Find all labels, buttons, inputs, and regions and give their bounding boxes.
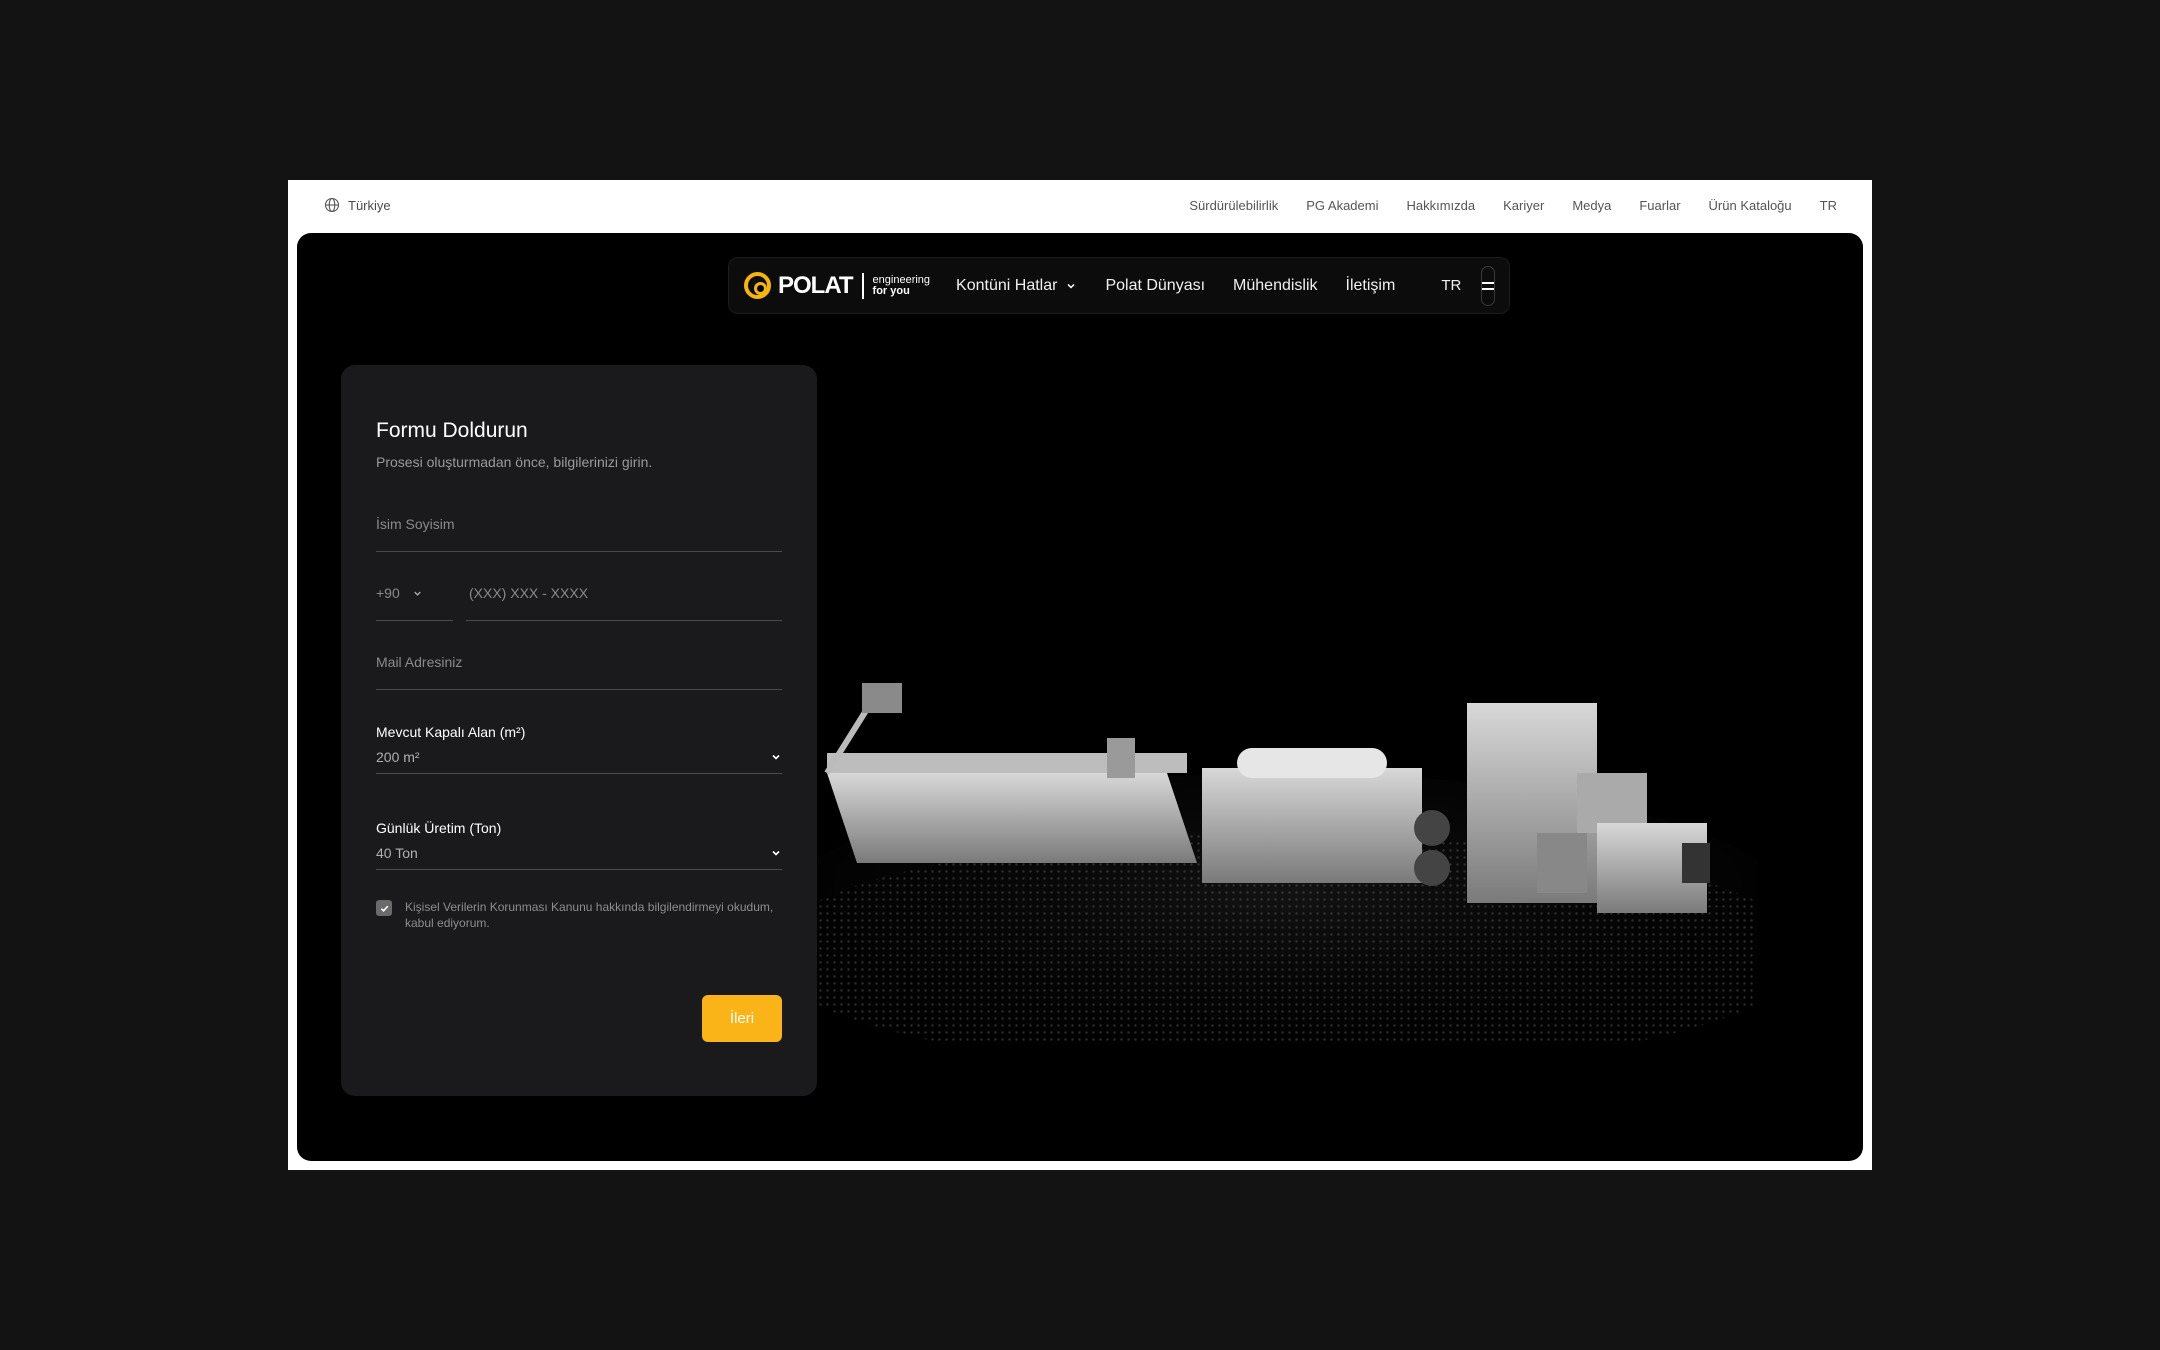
form-subtitle: Prosesi oluşturmadan önce, bilgilerinizi… xyxy=(376,454,653,470)
consent-checkbox[interactable] xyxy=(376,900,392,916)
area-value: 200 m² xyxy=(376,749,420,765)
phone-code-value: +90 xyxy=(376,585,400,601)
machinery-illustration xyxy=(817,683,1757,1043)
name-field[interactable]: İsim Soyisim xyxy=(376,516,782,552)
production-select[interactable]: Günlük Üretim (Ton) 40 Ton xyxy=(376,820,782,870)
logo-tagline: engineering for you xyxy=(872,273,931,297)
logo-wordmark: POLAT xyxy=(778,271,854,299)
region-label: Türkiye xyxy=(348,197,391,213)
phone-row: +90 (XXX) XXX - XXXX xyxy=(376,585,782,621)
check-icon xyxy=(380,905,388,912)
menu-button[interactable] xyxy=(1481,265,1496,306)
browser-frame: Türkiye Sürdürülebilirlik PG Akademi Hak… xyxy=(288,180,1872,1170)
link-kariyer[interactable]: Kariyer xyxy=(1503,198,1544,213)
production-value: 40 Ton xyxy=(376,845,418,861)
phone-code-select[interactable]: +90 xyxy=(376,585,453,621)
globe-icon xyxy=(324,197,340,213)
link-pg-akademi[interactable]: PG Akademi xyxy=(1306,198,1378,213)
link-fuarlar[interactable]: Fuarlar xyxy=(1639,198,1680,213)
top-utility-bar: Türkiye Sürdürülebilirlik PG Akademi Hak… xyxy=(288,180,1872,232)
area-select[interactable]: Mevcut Kapalı Alan (m²) 200 m² xyxy=(376,724,782,774)
area-label: Mevcut Kapalı Alan (m²) xyxy=(376,724,526,740)
consent-row: Kişisel Verilerin Korunması Kanunu hakkı… xyxy=(376,899,782,931)
logo-divider xyxy=(861,272,864,299)
hero-section: POLAT engineering for you Kontüni Hatlar… xyxy=(297,233,1863,1161)
link-medya[interactable]: Medya xyxy=(1572,198,1611,213)
area-value-row[interactable]: 200 m² xyxy=(376,749,782,774)
chevron-down-icon xyxy=(772,754,780,760)
link-urun-katalogu[interactable]: Ürün Kataloğu xyxy=(1709,198,1792,213)
nav-item-muhendislik[interactable]: Mühendislik xyxy=(1233,277,1317,295)
link-surdurulebilirlik[interactable]: Sürdürülebilirlik xyxy=(1189,198,1278,213)
link-hakkimizda[interactable]: Hakkımızda xyxy=(1406,198,1475,213)
production-value-row[interactable]: 40 Ton xyxy=(376,845,782,870)
language-switch[interactable]: TR xyxy=(1441,277,1461,294)
phone-number-field[interactable]: (XXX) XXX - XXXX xyxy=(466,585,782,621)
nav-item-iletisim[interactable]: İletişim xyxy=(1346,277,1396,295)
form-title: Formu Doldurun xyxy=(376,419,528,442)
nav-item-polat-dunyasi[interactable]: Polat Dünyası xyxy=(1105,277,1205,295)
chevron-down-icon xyxy=(414,591,421,596)
production-label: Günlük Üretim (Ton) xyxy=(376,820,502,836)
nav-item-kontuni-hatlar[interactable]: Kontüni Hatlar xyxy=(956,277,1077,295)
consent-text: Kişisel Verilerin Korunması Kanunu hakkı… xyxy=(405,900,774,930)
next-button[interactable]: İleri xyxy=(702,995,782,1042)
nav-item-label: Kontüni Hatlar xyxy=(956,276,1058,294)
chevron-down-icon xyxy=(772,850,780,856)
chevron-down-icon xyxy=(1067,283,1075,289)
menu-icon-line xyxy=(1482,287,1495,290)
polat-logo[interactable]: POLAT engineering for you xyxy=(744,272,930,300)
logo-mark-icon xyxy=(744,272,771,299)
logo-tagline-line1: engineering xyxy=(872,273,931,286)
form-card: Formu Doldurun Prosesi oluşturmadan önce… xyxy=(341,365,817,1096)
menu-icon xyxy=(1482,281,1495,284)
email-field[interactable]: Mail Adresiniz xyxy=(376,654,782,690)
top-links: Sürdürülebilirlik PG Akademi Hakkımızda … xyxy=(1189,198,1837,213)
language-switch-top[interactable]: TR xyxy=(1820,198,1837,213)
logo-tagline-line2: for you xyxy=(872,284,910,297)
main-navbar: POLAT engineering for you Kontüni Hatlar… xyxy=(728,257,1510,314)
region-selector[interactable]: Türkiye xyxy=(324,197,391,213)
